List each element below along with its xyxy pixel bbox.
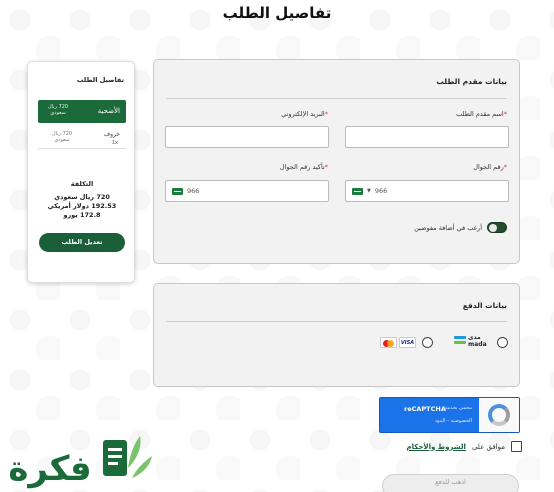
mada-arabic-text: مدى <box>468 334 481 341</box>
applicant-name-input[interactable] <box>345 126 509 148</box>
phone-country-selector[interactable]: ▼ 966 <box>352 187 387 195</box>
terms-checkbox[interactable] <box>511 441 522 452</box>
name-label: *اسم مقدم الطلب <box>456 110 507 118</box>
sub-item-name: خروف <box>103 131 120 138</box>
payment-divider <box>166 321 507 322</box>
delegates-toggle-row: أرغب في أضافة مفوضين <box>414 222 507 233</box>
confirm-phone-input[interactable]: 966 <box>165 180 329 202</box>
terms-prefix: موافق على <box>471 442 505 451</box>
recaptcha-icon <box>488 404 510 426</box>
fikra-logo: فكرة <box>8 436 152 489</box>
mada-radio[interactable] <box>497 337 508 348</box>
recaptcha-widget[interactable]: reCAPTCHA محمي بخدمة الخصوصية - البنود <box>379 397 520 433</box>
confirm-phone-country: 966 <box>172 187 199 195</box>
phone-label: *رقم الجوال <box>473 163 507 171</box>
applicant-panel-title: بيانات مقدم الطلب <box>436 77 507 86</box>
document-icon <box>103 436 152 478</box>
payment-panel-title: بيانات الدفع <box>462 301 507 310</box>
cost-usd: 192.53 دولار أمريكي <box>47 202 117 210</box>
delegates-toggle-label: أرغب في أضافة مفوضين <box>414 223 482 232</box>
sub-item-qty: 1x <box>111 140 118 146</box>
saudi-flag-icon <box>172 187 183 195</box>
card-radio[interactable] <box>422 337 433 348</box>
email-label: *البريد الإلكتروني <box>281 110 328 118</box>
applicant-divider <box>166 98 507 99</box>
confirm-phone-label: *تأكيد رقم الجوال <box>279 163 328 171</box>
recaptcha-brand: reCAPTCHA <box>404 405 446 413</box>
delegates-toggle[interactable] <box>487 222 507 233</box>
edit-order-button[interactable]: تعديل الطلب <box>39 233 125 252</box>
applicant-panel: بيانات مقدم الطلب *اسم مقدم الطلب *البري… <box>153 59 520 264</box>
summary-title: تفاصيل الطلب <box>76 76 124 84</box>
mada-english-text: mada <box>468 341 487 348</box>
order-summary-card: تفاصيل الطلب الأضحية 720 ريال سعودي خروف… <box>27 61 135 283</box>
cost-label: التكلفة <box>70 180 94 188</box>
sub-item-price: 720 ريال سعودي <box>52 131 73 143</box>
go-to-payment-button[interactable]: اذهب للدفع <box>382 474 519 492</box>
cost-sar: 720 ريال سعودي <box>54 193 110 201</box>
main-item-name: الأضحية <box>97 107 120 115</box>
phone-country-code: 966 <box>374 187 388 195</box>
email-input[interactable] <box>165 126 329 148</box>
visa-icon: VISA <box>399 337 416 348</box>
chevron-down-icon: ▼ <box>367 188 371 194</box>
terms-link[interactable]: الشروط والأحكام <box>407 443 466 451</box>
payment-panel: بيانات الدفع مدى mada VISA <box>153 283 520 387</box>
card-logos: VISA <box>380 337 416 348</box>
page-title: تفاصيل الطلب <box>222 4 332 22</box>
cost-eur: 172.8 يورو <box>63 211 101 219</box>
phone-input[interactable]: ▼ 966 <box>345 180 509 202</box>
recaptcha-privacy-links[interactable]: الخصوصية - البنود <box>435 418 472 424</box>
terms-agreement-row: موافق على الشروط والأحكام <box>407 441 522 452</box>
main-item-price: 720 ريال سعودي <box>48 104 69 116</box>
confirm-phone-country-code: 966 <box>187 187 200 195</box>
toggle-knob <box>489 224 497 232</box>
recaptcha-protected-text: محمي بخدمة <box>444 405 472 411</box>
mada-logo: مدى mada <box>454 334 492 350</box>
mastercard-icon <box>380 337 397 348</box>
summary-main-item: الأضحية 720 ريال سعودي <box>38 100 126 123</box>
fikra-logo-text: فكرة <box>8 449 91 489</box>
saudi-flag-icon <box>352 187 363 195</box>
summary-sub-item: خروف 1x 720 ريال سعودي <box>38 125 126 149</box>
